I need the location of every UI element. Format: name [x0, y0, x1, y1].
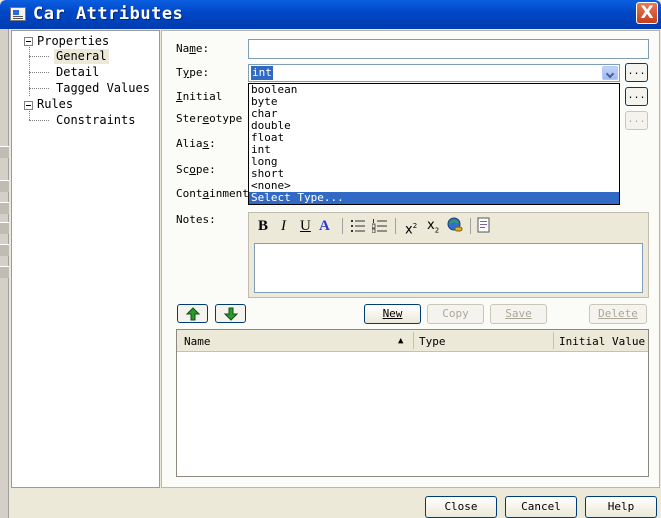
attributes-grid[interactable]: Name ▲ Type Initial Value	[176, 329, 649, 477]
background-window-edge	[0, 29, 9, 518]
window-title: Car Attributes	[33, 4, 184, 24]
column-header-type[interactable]: Type	[419, 335, 446, 348]
notes-label: Notes:	[176, 213, 216, 226]
initial-label: Initial	[176, 90, 223, 103]
type-combobox[interactable]: int	[248, 64, 620, 82]
type-option-boolean[interactable]: boolean	[249, 84, 619, 96]
tree-item-properties[interactable]: Properties	[37, 34, 109, 49]
close-button[interactable]: Close	[425, 496, 497, 518]
numbered-list-icon[interactable]	[372, 219, 388, 233]
help-button[interactable]: Help	[585, 496, 657, 518]
move-up-button[interactable]	[177, 304, 208, 323]
italic-icon[interactable]: I	[281, 217, 286, 235]
collapse-properties-icon[interactable]	[24, 37, 33, 46]
containment-label: Containment	[176, 187, 249, 200]
font-color-icon[interactable]: A	[319, 217, 330, 235]
tree-item-rules[interactable]: Rules	[37, 97, 73, 112]
tree-item-general[interactable]: General	[54, 49, 109, 64]
arrow-up-icon	[186, 307, 200, 321]
move-down-button[interactable]	[215, 304, 246, 323]
type-option-short[interactable]: short	[249, 168, 619, 180]
collapse-rules-icon[interactable]	[24, 101, 33, 110]
hyperlink-icon[interactable]	[447, 217, 463, 233]
stereotype-label: Stereotype	[176, 112, 243, 125]
type-browse-button[interactable]: ...	[625, 63, 648, 82]
notes-textarea[interactable]	[254, 243, 643, 293]
new-button[interactable]: New	[364, 304, 421, 324]
document-icon[interactable]	[477, 217, 491, 233]
name-input[interactable]	[248, 39, 649, 59]
underline-icon[interactable]: U	[300, 217, 311, 235]
type-option-long[interactable]: long	[249, 156, 619, 168]
initial-browse-button[interactable]: ...	[625, 87, 648, 106]
column-header-name[interactable]: Name	[184, 335, 211, 348]
type-option-double[interactable]: double	[249, 120, 619, 132]
stereotype-browse-button[interactable]: ...	[625, 111, 648, 130]
type-label: Type:	[176, 66, 210, 79]
cancel-button[interactable]: Cancel	[505, 496, 577, 518]
chevron-down-icon[interactable]	[602, 66, 618, 80]
type-option-float[interactable]: float	[249, 132, 619, 144]
type-option-int[interactable]: int	[249, 144, 619, 156]
type-dropdown-list[interactable]: boolean byte char double float int long …	[248, 83, 620, 205]
superscript-icon[interactable]: x2	[405, 217, 417, 239]
bullet-list-icon[interactable]	[350, 219, 366, 233]
type-selected-value: int	[251, 66, 273, 80]
save-button[interactable]: Save	[490, 304, 547, 324]
tree-item-tagged-values[interactable]: Tagged Values	[56, 81, 150, 96]
type-option-char[interactable]: char	[249, 108, 619, 120]
type-option-select-type[interactable]: Select Type...	[249, 192, 619, 204]
alias-label: Alias:	[176, 137, 216, 150]
grid-header: Name ▲ Type Initial Value	[177, 330, 648, 352]
close-window-button[interactable]: X	[636, 2, 658, 24]
tree-item-detail[interactable]: Detail	[56, 65, 99, 80]
delete-button[interactable]: Delete	[589, 304, 647, 324]
notes-editor: B I U A x2 x2	[248, 212, 649, 298]
subscript-icon[interactable]: x2	[427, 217, 439, 240]
tree-item-constraints[interactable]: Constraints	[56, 113, 135, 128]
scope-label: Scope:	[176, 163, 216, 176]
sort-ascending-icon: ▲	[398, 336, 404, 346]
category-tree[interactable]: Properties General Detail Tagged Values …	[11, 30, 160, 488]
copy-button[interactable]: Copy	[427, 304, 484, 324]
type-option-byte[interactable]: byte	[249, 96, 619, 108]
bold-icon[interactable]: B	[258, 217, 268, 235]
title-bar: Car Attributes X	[0, 0, 661, 29]
app-icon	[10, 7, 26, 21]
name-label: Name:	[176, 42, 210, 55]
arrow-down-icon	[224, 307, 238, 321]
column-header-initial-value[interactable]: Initial Value	[559, 335, 645, 348]
